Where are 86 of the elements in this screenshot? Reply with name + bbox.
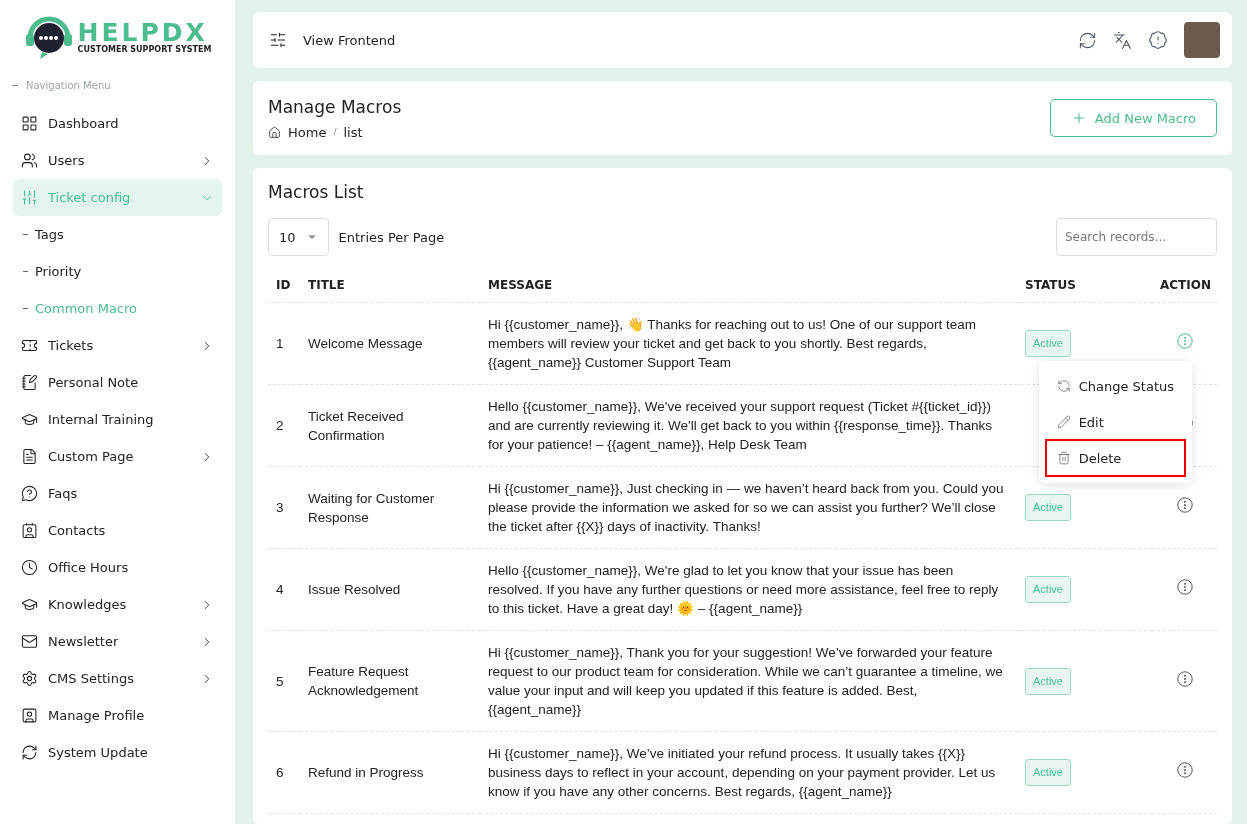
nav-icon xyxy=(21,115,38,132)
pencil-icon xyxy=(1056,415,1071,429)
status-badge: Active xyxy=(1025,759,1071,786)
nav-item[interactable]: Personal Note xyxy=(13,364,222,401)
menu-item[interactable]: Delete xyxy=(1046,441,1184,475)
nav-item[interactable]: Newsletter xyxy=(13,623,222,660)
menu-item[interactable]: Change Status xyxy=(1046,369,1184,403)
nav-item[interactable]: Dashboard xyxy=(13,105,222,142)
logo-tagline: CUSTOMER SUPPORT SYSTEM xyxy=(77,45,212,54)
table-cell: Feature Request Acknowledgement xyxy=(300,630,480,732)
nav-item[interactable]: CMS Settings xyxy=(13,660,222,697)
menu-icon[interactable] xyxy=(269,31,287,49)
language-icon[interactable] xyxy=(1113,30,1132,50)
nav-item[interactable]: Contacts xyxy=(13,512,222,549)
logo-name: HELPDX xyxy=(77,20,208,45)
table-cell: Hi {{customer_name}}, We’ve initiated your refund process. It usually takes {{X}} business days to reflect in your account, depending on your payment provider. Let us know if you have any other concerns. Best regards, {{agent_name}} xyxy=(480,731,1017,814)
nav-icon xyxy=(21,559,38,576)
table-cell: Hi {{customer_name}}, 👋 Thanks for reaching out to us! One of our support team members will review your ticket and get back to you shortly. Best regards, {{agent_name}} Customer Support Team xyxy=(480,302,1017,385)
status-badge: Active xyxy=(1025,667,1071,695)
table-cell: 4 xyxy=(268,548,300,631)
column-header: ACTION xyxy=(1152,268,1217,303)
nav-item[interactable]: Custom Page xyxy=(13,438,222,475)
table-cell: Hello {{customer_name}}, We're glad to let you know that your issue has been resolved. If you have any further questions or need more assistance, feel free to reply to this ticket. Have a great day! 🌞 – {{agent_name}} xyxy=(480,548,1017,631)
table-cell: Welcome Message xyxy=(300,302,480,385)
more-icon[interactable] xyxy=(1176,579,1193,595)
column-header: STATUS xyxy=(1017,268,1152,303)
column-header: TITLE xyxy=(300,268,480,303)
table-cell: 6 xyxy=(268,731,300,814)
nav-item[interactable]: Internal Training xyxy=(13,401,222,438)
refresh-icon[interactable] xyxy=(1078,30,1097,50)
table-cell: Hello {{customer_name}}, We've received your support request (Ticket #{{ticket_id}}) and are currently reviewing it. We'll get back to you within {{response_time}}. Thanks for your patience! – {{agent_name}}, Help Desk Team xyxy=(480,384,1017,467)
table-cell: Issue Resolved xyxy=(300,548,480,631)
search-field[interactable]: Search records... xyxy=(1056,218,1217,256)
status-badge: Active xyxy=(1025,576,1071,603)
nav-item[interactable]: Knowledges xyxy=(13,586,222,623)
table-cell: 5 xyxy=(268,630,300,732)
list-title: Macros List xyxy=(268,182,365,202)
table-cell: Hi {{customer_name}}, Thank you for your suggestion! We’ve forwarded your feature request to our product team for consideration. While we can’t guarantee a timeline, we value your input and will keep you updated if this feature is added. Best, {{agent_name}} xyxy=(480,630,1017,732)
status-badge: Active xyxy=(1025,330,1071,357)
nav-icon xyxy=(21,522,38,539)
column-header: MESSAGE xyxy=(480,268,1017,303)
alert-icon[interactable] xyxy=(1148,30,1168,50)
table-cell: Ticket Received Confirmation xyxy=(300,384,480,467)
nav-icon xyxy=(21,189,38,206)
per-page-select[interactable]: 10 xyxy=(268,218,329,256)
table-cell: Refund in Progress xyxy=(300,731,480,814)
column-header: ID xyxy=(268,268,300,303)
breadcrumb-separator: / xyxy=(333,127,337,137)
nav-item[interactable]: Tickets xyxy=(13,327,222,364)
more-icon[interactable] xyxy=(1176,497,1193,513)
nav-icon xyxy=(21,707,38,724)
nav-icon xyxy=(21,337,38,354)
nav-icon xyxy=(21,596,38,613)
nav-icon xyxy=(21,633,38,650)
per-page-label: Entries Per Page xyxy=(338,229,445,245)
table-cell: Waiting for Customer Response xyxy=(300,466,480,549)
nav-icon xyxy=(21,374,38,391)
trash-icon xyxy=(1056,451,1071,465)
nav-icon xyxy=(21,485,38,502)
refresh-icon xyxy=(1056,379,1071,393)
nav-icon xyxy=(21,152,38,169)
page-title: Manage Macros xyxy=(268,96,402,117)
table-cell: 2 xyxy=(268,384,300,467)
nav-item[interactable]: System Update xyxy=(13,734,222,771)
table-cell: 1 xyxy=(268,302,300,385)
nav-icon xyxy=(21,670,38,687)
more-icon[interactable] xyxy=(1176,762,1193,778)
table-cell: Hi {{customer_name}}, Just checking in — we haven’t heard back from you. Could you please provide the information we asked for so we can assist you further? We’ll close the ticket after {{X}} days of inactivity. Thanks! xyxy=(480,466,1017,549)
nav-item[interactable]: Manage Profile xyxy=(13,697,222,734)
nav-subitem[interactable]: Tags xyxy=(13,216,222,253)
table-cell: 3 xyxy=(268,466,300,549)
nav-subitem[interactable]: Priority xyxy=(13,253,222,290)
breadcrumb-link[interactable]: list xyxy=(343,124,363,140)
menu-item[interactable]: Edit xyxy=(1046,405,1184,439)
breadcrumb-link[interactable]: Home xyxy=(288,124,327,140)
nav-heading: Navigation Menu xyxy=(26,80,111,91)
nav-icon xyxy=(21,744,38,761)
home-icon xyxy=(268,125,281,139)
nav-icon xyxy=(21,411,38,428)
nav-item[interactable]: Faqs xyxy=(13,475,222,512)
status-badge: Active xyxy=(1025,494,1071,521)
more-icon[interactable] xyxy=(1176,670,1193,687)
logo-icon xyxy=(23,14,74,60)
nav-item[interactable]: Office Hours xyxy=(13,549,222,586)
nav-item[interactable]: Users xyxy=(13,142,222,179)
nav-icon xyxy=(21,448,38,465)
